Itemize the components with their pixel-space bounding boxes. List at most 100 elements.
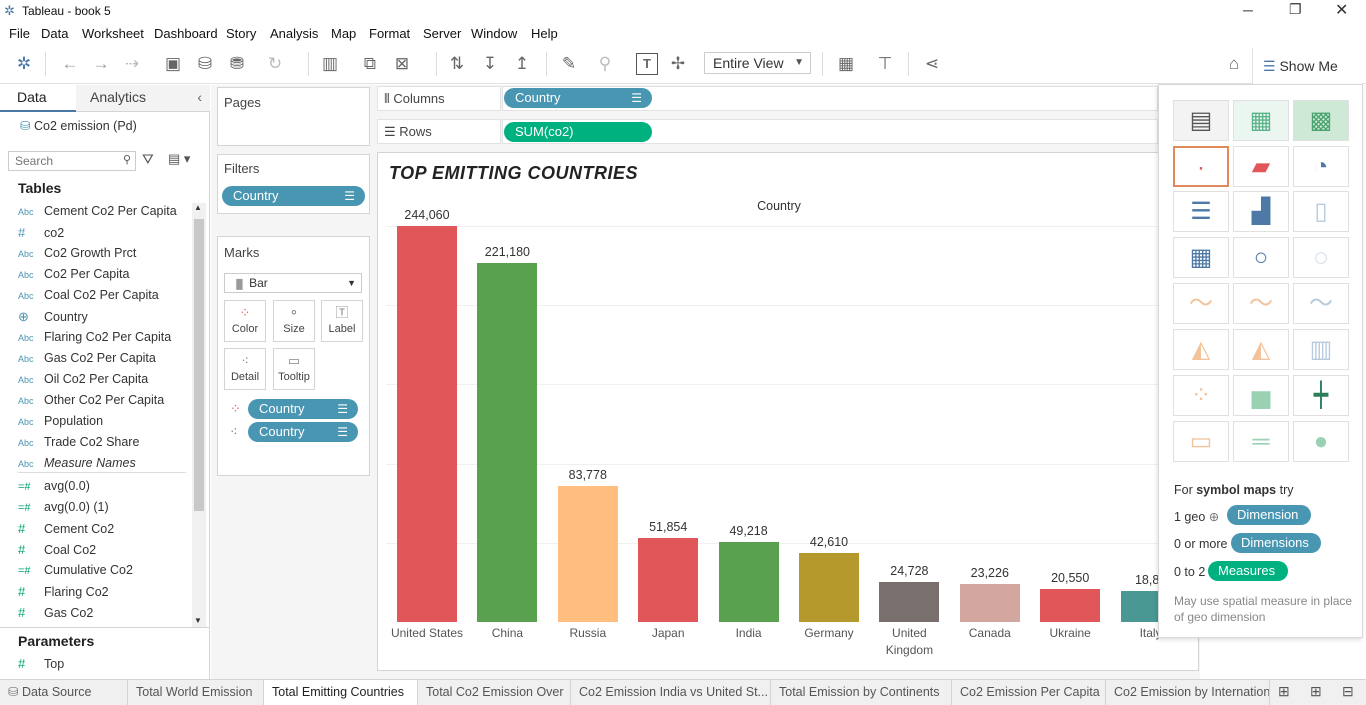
bar-united-kingdom[interactable] bbox=[879, 581, 940, 622]
sheet-tab[interactable]: Co2 Emission India vs United St... bbox=[571, 680, 771, 705]
menu-data[interactable]: Data bbox=[41, 26, 68, 41]
maximize-icon[interactable]: ❐ bbox=[1289, 1, 1302, 18]
scrollbar-thumb[interactable] bbox=[194, 219, 204, 511]
bar-japan[interactable] bbox=[638, 537, 699, 622]
sort-descending-icon[interactable]: ↥ bbox=[510, 52, 534, 76]
menu-file[interactable]: File bbox=[9, 26, 30, 41]
new-datasource-icon[interactable]: ⛁ bbox=[193, 52, 217, 76]
chart-type-horizontal-bars[interactable]: ☰ bbox=[1173, 191, 1229, 232]
bar-russia[interactable] bbox=[557, 485, 618, 622]
menu-dashboard[interactable]: Dashboard bbox=[154, 26, 218, 41]
bar-india[interactable] bbox=[718, 542, 779, 622]
field-item[interactable]: # Cement Co2 bbox=[18, 521, 114, 536]
field-item[interactable]: Abc Co2 Per Capita bbox=[18, 267, 129, 281]
refresh-icon[interactable]: ↻ bbox=[263, 52, 287, 76]
new-worksheet-icon[interactable]: ▥ bbox=[318, 52, 342, 76]
replay-icon[interactable]: ⇢ bbox=[120, 52, 144, 76]
menu-map[interactable]: Map bbox=[331, 26, 356, 41]
filters-card[interactable]: Filters Country ☰ bbox=[217, 154, 370, 214]
chart-type-scatter-plot[interactable]: ⁘ bbox=[1173, 375, 1229, 416]
chart-type-dual-lines[interactable]: 〜 bbox=[1293, 283, 1349, 324]
group-icon[interactable]: ⚲ bbox=[593, 52, 617, 76]
field-item[interactable]: Abc Co2 Growth Prct bbox=[18, 246, 136, 260]
collapse-icon[interactable]: ‹ bbox=[197, 85, 202, 110]
scroll-up-icon[interactable]: ▲ bbox=[194, 203, 202, 212]
sheet-tab[interactable]: Total Emitting Countries bbox=[264, 680, 418, 705]
sheet-tab[interactable]: Total Emission by Continents bbox=[771, 680, 952, 705]
field-item[interactable]: =# Cumulative Co2 bbox=[18, 563, 133, 577]
chart-type-line-discrete[interactable]: 〜 bbox=[1233, 283, 1289, 324]
show-me-button[interactable]: ☰ Show Me bbox=[1252, 48, 1362, 84]
highlight-icon[interactable]: ✎ bbox=[557, 52, 581, 76]
pages-card[interactable]: Pages bbox=[217, 87, 370, 146]
sheet-tab[interactable]: Total World Emission bbox=[128, 680, 264, 705]
field-item[interactable]: # Gas Co2 bbox=[18, 605, 93, 620]
new-story-icon[interactable]: ⊟ bbox=[1342, 683, 1354, 700]
duplicate-sheet-icon[interactable]: ⧉ bbox=[358, 52, 382, 76]
chart-type-side-by-side-circles[interactable]: ◌ bbox=[1293, 237, 1349, 278]
field-item[interactable]: Abc Trade Co2 Share bbox=[18, 435, 139, 449]
chart-type-pie-chart[interactable]: ◔ bbox=[1293, 146, 1349, 187]
chart-type-heat-map[interactable]: ▦ bbox=[1233, 100, 1289, 141]
menu-analysis[interactable]: Analysis bbox=[270, 26, 318, 41]
swap-icon[interactable]: ⇅ bbox=[445, 52, 469, 76]
redo-icon[interactable]: → bbox=[89, 52, 113, 76]
scroll-down-icon[interactable]: ▼ bbox=[194, 616, 202, 625]
chart-type-histogram[interactable]: ▅ bbox=[1233, 375, 1289, 416]
menu-help[interactable]: Help bbox=[531, 26, 558, 41]
field-item[interactable]: =# avg(0.0) bbox=[18, 479, 90, 493]
sheet-tab[interactable]: Total Co2 Emission Over bbox=[418, 680, 571, 705]
size-button[interactable]: ⚬ Size bbox=[273, 300, 315, 342]
field-item[interactable]: # Coal Co2 bbox=[18, 542, 96, 557]
chart-type-line-continuous[interactable]: 〜 bbox=[1173, 283, 1229, 324]
chart-type-symbol-map[interactable]: ∙ bbox=[1173, 146, 1229, 187]
fix-axes-icon[interactable]: ✢ bbox=[666, 52, 690, 76]
chart-type-box-and-whisker[interactable]: ┿ bbox=[1293, 375, 1349, 416]
field-item[interactable]: Abc Flaring Co2 Per Capita bbox=[18, 330, 171, 344]
filter-country-pill[interactable]: Country ☰ bbox=[222, 186, 365, 206]
field-item[interactable]: Abc Other Co2 Per Capita bbox=[18, 393, 164, 407]
close-icon[interactable]: ✕ bbox=[1335, 0, 1348, 20]
color-button[interactable]: ⁘ Color bbox=[224, 300, 266, 342]
chart-type-circle-views[interactable]: ○ bbox=[1233, 237, 1289, 278]
field-item[interactable]: # Flaring Co2 bbox=[18, 584, 109, 599]
bar-china[interactable] bbox=[477, 262, 538, 622]
share-icon[interactable]: ⋖ bbox=[920, 52, 944, 76]
show-cards-icon[interactable]: ▦ bbox=[834, 52, 858, 76]
field-item[interactable]: Abc Measure Names bbox=[18, 456, 136, 470]
rows-sum-co2-pill[interactable]: SUM(co2) bbox=[504, 122, 652, 142]
tab-analytics[interactable]: Analytics ‹ bbox=[76, 85, 210, 112]
chart-type-packed-bubbles[interactable]: ● bbox=[1293, 421, 1349, 462]
scrollbar[interactable]: ▲ ▼ bbox=[192, 203, 206, 627]
new-worksheet-icon[interactable]: ⊞ bbox=[1278, 683, 1290, 700]
filter-icon[interactable]: ⛛ bbox=[142, 151, 154, 168]
chart-type-side-by-side-bars[interactable]: ▯ bbox=[1293, 191, 1349, 232]
format-painter-icon[interactable]: ⌂ bbox=[1222, 52, 1246, 76]
sheet-tab[interactable]: ⛁ Data Source bbox=[0, 680, 128, 705]
field-item[interactable]: ⊕ Country bbox=[18, 309, 88, 325]
sheet-tab[interactable]: Co2 Emission Per Capita bbox=[952, 680, 1106, 705]
menu-window[interactable]: Window bbox=[471, 26, 517, 41]
menu-worksheet[interactable]: Worksheet bbox=[82, 26, 144, 41]
chart-type-area-continuous[interactable]: ◭ bbox=[1173, 329, 1229, 370]
tableau-home-icon[interactable]: ✲ bbox=[12, 52, 36, 76]
field-item[interactable]: # co2 bbox=[18, 225, 64, 240]
tooltip-button[interactable]: ▭ Tooltip bbox=[273, 348, 315, 390]
menu-server[interactable]: Server bbox=[423, 26, 461, 41]
chart-type-bullet-graph[interactable]: ═ bbox=[1233, 421, 1289, 462]
chart-type-area-discrete[interactable]: ◭ bbox=[1233, 329, 1289, 370]
undo-icon[interactable]: ← bbox=[58, 52, 82, 76]
marks-detail-pill[interactable]: Country ☰ bbox=[248, 422, 358, 442]
label-button[interactable]: 🅃 Label bbox=[321, 300, 363, 342]
field-item[interactable]: =# avg(0.0) (1) bbox=[18, 500, 109, 514]
bar-germany[interactable] bbox=[799, 552, 859, 622]
clear-sheet-icon[interactable]: ⊠ bbox=[390, 52, 414, 76]
datasource-item[interactable]: ⛁ Co2 emission (Pd) bbox=[20, 118, 137, 133]
field-item[interactable]: Abc Gas Co2 Per Capita bbox=[18, 351, 156, 365]
presentation-mode-icon[interactable]: ⊤ bbox=[873, 52, 897, 76]
mark-type-select[interactable]: ▐▌ Bar ▼ bbox=[224, 273, 362, 293]
field-item[interactable]: Abc Oil Co2 Per Capita bbox=[18, 372, 148, 386]
field-item[interactable]: Abc Coal Co2 Per Capita bbox=[18, 288, 159, 302]
field-item[interactable]: Abc Cement Co2 Per Capita bbox=[18, 204, 177, 218]
bar-canada[interactable] bbox=[959, 584, 1020, 622]
